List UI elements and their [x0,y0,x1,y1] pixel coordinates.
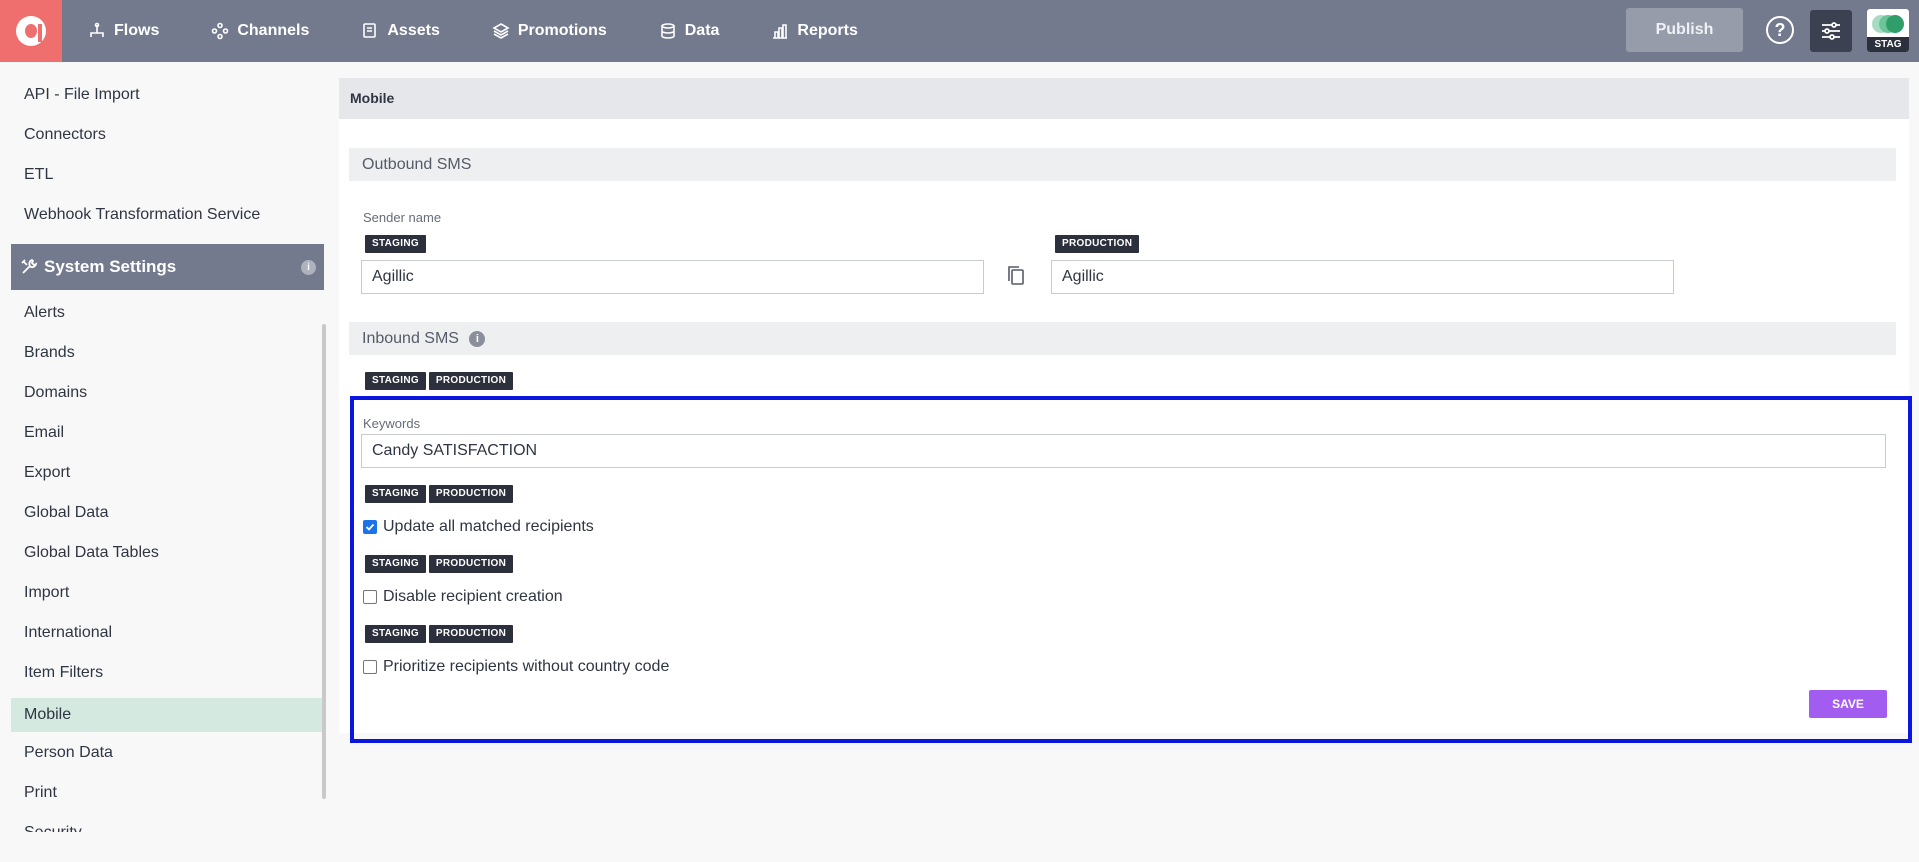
staging-tag: STAGING [365,485,426,503]
sidebar-item-global-data[interactable]: Global Data [24,504,109,522]
settings-sliders-button[interactable] [1810,10,1852,52]
sidebar-item-domains[interactable]: Domains [24,384,87,402]
sidebar-item-export[interactable]: Export [24,464,70,482]
environment-badge[interactable]: STAG [1867,9,1909,52]
checkmark-icon [365,523,375,531]
prioritize-recipients-label: Prioritize recipients without country co… [383,658,670,675]
sidebar-item-security[interactable]: Security [24,824,82,832]
sidebar-item-connectors[interactable]: Connectors [24,126,106,144]
sidebar-scrollbar[interactable] [322,324,326,799]
disable-recipient-creation-checkbox[interactable] [363,590,377,604]
nav-flows[interactable]: Flows [88,0,159,62]
sidebar-item-alerts[interactable]: Alerts [24,304,65,322]
production-tag: PRODUCTION [428,555,514,573]
nav-promotions[interactable]: Promotions [492,0,607,62]
update-all-matched-row[interactable]: Update all matched recipients [363,518,594,536]
reports-icon [771,22,789,40]
production-tag: PRODUCTION [428,485,514,503]
production-tag: PRODUCTION [1055,235,1140,253]
copy-icon[interactable] [1005,264,1027,288]
promotions-icon [492,22,510,40]
nav-label: Data [684,22,720,39]
prioritize-recipients-row[interactable]: Prioritize recipients without country co… [363,658,669,676]
staging-tag: STAGING [365,372,426,390]
sidebar-item-import[interactable]: Import [24,584,69,602]
disable-recipient-creation-label: Disable recipient creation [383,588,563,605]
assets-icon [361,22,379,40]
agillic-logo[interactable] [0,0,62,62]
top-bar: Flows Channels Assets Promotions Data Re… [0,0,1919,62]
staging-tags: STAGING [365,235,429,253]
prioritize-env-tags: STAGING PRODUCTION [365,625,516,643]
keywords-label: Keywords [363,416,421,431]
nav-label: Reports [797,22,858,39]
environment-label: STAG [1867,37,1909,52]
nav-data[interactable]: Data [659,0,720,62]
production-tag: PRODUCTION [428,625,514,643]
disable-env-tags: STAGING PRODUCTION [365,555,516,573]
environment-circles-icon [1872,15,1904,33]
sidebar-item-print[interactable]: Print [24,784,57,802]
mobile-settings-panel: Mobile Outbound SMS Sender name STAGING … [339,78,1909,733]
help-icon[interactable]: ? [1766,16,1794,44]
disable-recipient-creation-row[interactable]: Disable recipient creation [363,588,563,606]
keywords-input[interactable]: Candy SATISFACTION [361,434,1886,468]
nav-label: Flows [114,22,160,39]
logo-mark-icon [16,16,46,46]
sidebar-item-item-filters[interactable]: Item Filters [24,664,103,682]
update-all-matched-checkbox[interactable] [363,520,377,534]
section-title: System Settings [44,257,177,276]
nav-channels[interactable]: Channels [211,0,309,62]
staging-tag: STAGING [365,625,426,643]
info-icon[interactable]: i [301,260,316,275]
data-icon [659,22,677,40]
channels-icon [211,22,229,40]
update-all-matched-label: Update all matched recipients [383,518,594,535]
production-tag: PRODUCTION [428,372,514,390]
inbound-sms-header: Inbound SMS i [349,322,1896,355]
tools-icon [21,258,38,274]
nav-label: Channels [237,22,310,39]
sidebar-item-person-data[interactable]: Person Data [24,744,113,762]
staging-tag: STAGING [365,235,426,253]
update-env-tags: STAGING PRODUCTION [365,485,516,503]
outbound-sms-header: Outbound SMS [349,148,1896,181]
nav-reports[interactable]: Reports [771,0,858,62]
prioritize-recipients-checkbox[interactable] [363,660,377,674]
staging-sender-name-input[interactable]: Agillic [361,260,984,294]
save-button[interactable]: SAVE [1809,690,1887,718]
sender-name-label: Sender name [363,210,442,225]
info-icon[interactable]: i [469,330,486,347]
production-tags: PRODUCTION [1055,235,1142,253]
sidebar: API - File Import Connectors ETL Webhook… [0,62,330,832]
sidebar-item-webhook[interactable]: Webhook Transformation Service [24,206,260,224]
production-sender-name-input[interactable]: Agillic [1051,260,1674,294]
staging-tag: STAGING [365,555,426,573]
flows-icon [88,22,106,40]
keywords-env-tags: STAGING PRODUCTION [365,372,516,390]
sidebar-item-etl[interactable]: ETL [24,166,53,184]
publish-button[interactable]: Publish [1626,8,1743,52]
sliders-icon [1822,22,1840,40]
sidebar-item-brands[interactable]: Brands [24,344,75,362]
sidebar-item-email[interactable]: Email [24,424,64,442]
nav-label: Promotions [517,22,607,39]
nav-label: Assets [387,22,440,39]
sidebar-item-international[interactable]: International [24,624,112,642]
nav-assets[interactable]: Assets [361,0,440,62]
inbound-sms-title: Inbound SMS [362,330,459,347]
page-title: Mobile [339,78,1909,119]
sidebar-item-api-file-import[interactable]: API - File Import [24,86,140,104]
main-nav: Flows Channels Assets Promotions Data Re… [88,0,910,62]
sidebar-item-global-data-tables[interactable]: Global Data Tables [24,544,159,562]
sidebar-section-system-settings[interactable]: System Settings i [11,244,324,290]
sidebar-item-mobile[interactable]: Mobile [11,698,324,732]
